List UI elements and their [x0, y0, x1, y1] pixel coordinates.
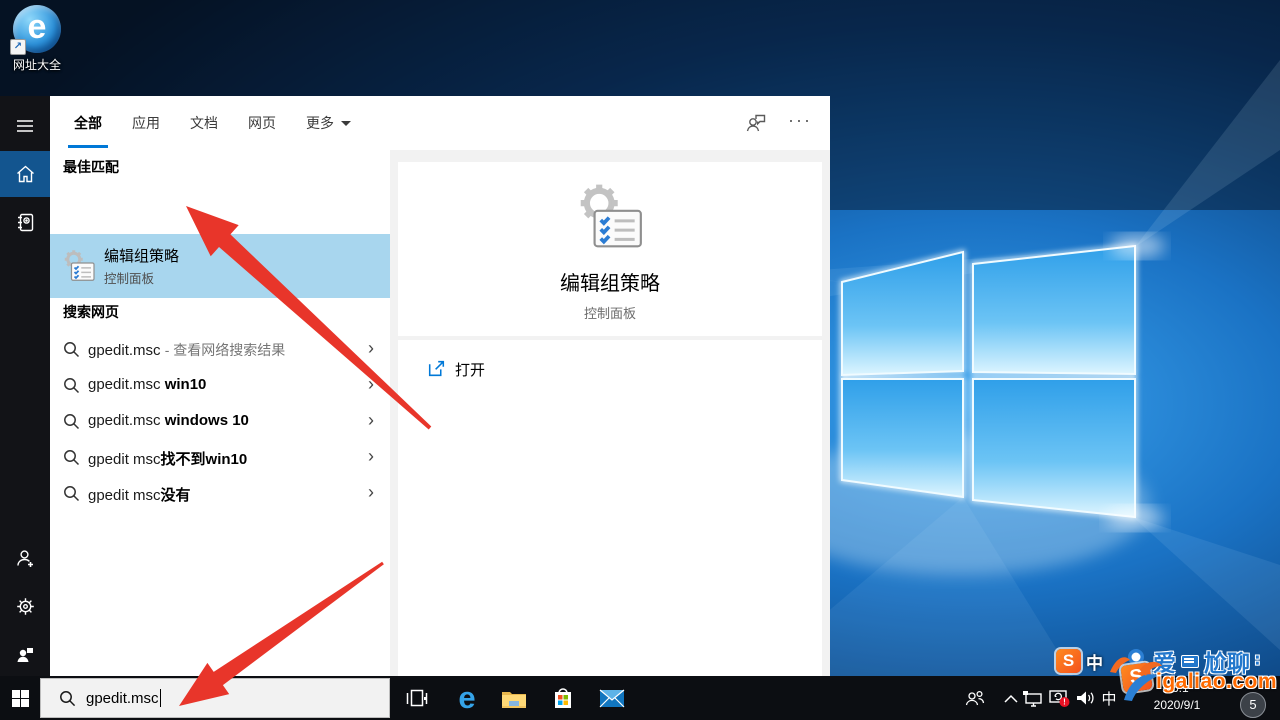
- header-feedback-button[interactable]: [743, 110, 769, 136]
- chevron-right-icon: ›: [368, 446, 374, 467]
- filter-tabs: 全部 应用 文档 网页 更多: [72, 96, 353, 150]
- chevron-right-icon: ›: [368, 410, 374, 431]
- search-input-value: gpedit.msc: [86, 690, 159, 707]
- folder-icon: [501, 688, 527, 709]
- preview-column: 编辑组策略 控制面板 打开: [390, 150, 830, 676]
- best-match-item[interactable]: 编辑组策略 控制面板: [50, 234, 390, 298]
- mail-icon: [599, 688, 625, 708]
- chevron-right-icon: ›: [368, 338, 374, 359]
- chevron-right-icon: ›: [368, 482, 374, 503]
- tab-more[interactable]: 更多: [304, 96, 353, 150]
- hamburger-menu-button[interactable]: [0, 103, 50, 149]
- results-column: 最佳匹配 编辑组策略 控制面板: [50, 150, 390, 676]
- best-match-subtitle: 控制面板: [104, 268, 154, 287]
- desktop-shortcut-browser[interactable]: e ↗ 网址大全: [6, 5, 68, 73]
- desktop-shortcut-label: 网址大全: [6, 56, 68, 73]
- tray-people-button[interactable]: [958, 676, 992, 720]
- search-icon: [63, 413, 80, 430]
- search-flyout-rail: [0, 96, 50, 676]
- search-filter-header: 全部 应用 文档 网页 更多 ···: [50, 96, 830, 151]
- preview-card: 编辑组策略 控制面板: [398, 162, 822, 336]
- rail-home-button[interactable]: [0, 151, 50, 197]
- ime-label: 中: [1101, 688, 1116, 709]
- search-icon: [63, 449, 80, 466]
- browser-e-icon: e ↗: [13, 5, 61, 53]
- taskbar-search-input[interactable]: gpedit.msc: [40, 678, 390, 718]
- gear-icon: [16, 597, 35, 616]
- speaker-icon: [1076, 690, 1095, 706]
- open-action-label: 打开: [455, 359, 485, 380]
- chevron-right-icon: ›: [368, 374, 374, 395]
- windows-start-icon: [12, 690, 29, 707]
- web-suggestion-row[interactable]: gpedit.msc win10 ›: [50, 368, 390, 404]
- network-icon: [1022, 690, 1042, 707]
- store-icon: [551, 686, 575, 710]
- file-explorer-button[interactable]: [492, 676, 536, 720]
- web-suggestion-row[interactable]: gpedit.msc windows 10 ›: [50, 404, 390, 440]
- search-icon: [63, 341, 80, 358]
- chevron-down-icon: [341, 121, 351, 126]
- notification-count-badge: 5: [1240, 692, 1266, 718]
- tab-apps[interactable]: 应用: [130, 96, 162, 150]
- screen: e ↗ 网址大全: [0, 0, 1280, 720]
- search-icon: [59, 690, 76, 707]
- text-cursor: [160, 689, 161, 707]
- rail-feedback-button[interactable]: [0, 631, 50, 677]
- windows-logo: [842, 246, 1135, 517]
- svg-text:!: !: [1063, 697, 1066, 706]
- preview-title: 编辑组策略: [398, 267, 822, 296]
- group-policy-icon-large: [573, 180, 647, 254]
- task-view-icon: [406, 689, 428, 707]
- web-suggestion-row[interactable]: gpedit msc找不到win10 ›: [50, 440, 390, 476]
- journal-icon: [16, 213, 34, 232]
- web-suggestion-row[interactable]: gpedit.msc - 查看网络搜索结果 ›: [50, 332, 390, 368]
- search-flyout-panel: 全部 应用 文档 网页 更多 ··· 最佳匹配: [50, 96, 830, 676]
- taskbar-clock[interactable]: 16:1 2020/9/1: [1138, 680, 1216, 714]
- clock-date: 2020/9/1: [1138, 697, 1216, 714]
- web-suggestion-row[interactable]: gpedit msc没有 ›: [50, 476, 390, 512]
- account-add-icon: [16, 549, 35, 568]
- group-policy-icon: [61, 248, 97, 284]
- web-search-header: 搜索网页: [63, 302, 119, 322]
- tray-ime-indicator[interactable]: 中: [1096, 676, 1122, 720]
- rail-account-button[interactable]: [0, 535, 50, 581]
- rail-settings-button[interactable]: [0, 583, 50, 629]
- task-view-button[interactable]: [395, 676, 439, 720]
- preview-actions-card: 打开: [398, 340, 822, 676]
- search-icon: [63, 377, 80, 394]
- home-icon: [16, 165, 35, 183]
- clock-time: 16:1: [1138, 680, 1216, 697]
- rail-journal-button[interactable]: [0, 199, 50, 245]
- hamburger-icon: [16, 119, 34, 133]
- open-external-icon: [428, 360, 445, 377]
- best-match-title: 编辑组策略: [104, 245, 179, 266]
- edge-icon: e: [458, 683, 475, 713]
- tab-all[interactable]: 全部: [72, 96, 104, 150]
- header-ellipsis-button[interactable]: ···: [782, 104, 818, 140]
- update-icon: !: [1049, 689, 1071, 708]
- open-action[interactable]: 打开: [398, 350, 822, 388]
- tab-documents[interactable]: 文档: [188, 96, 220, 150]
- feedback-person-icon: [16, 645, 35, 663]
- microsoft-store-button[interactable]: [541, 676, 585, 720]
- search-icon: [63, 485, 80, 502]
- mail-button[interactable]: [590, 676, 634, 720]
- edge-browser-button[interactable]: e: [445, 676, 489, 720]
- best-match-header: 最佳匹配: [63, 157, 119, 177]
- tab-web[interactable]: 网页: [246, 96, 278, 150]
- shortcut-arrow-icon: ↗: [10, 39, 26, 55]
- taskbar: gpedit.msc e: [0, 676, 1280, 720]
- people-icon: [965, 690, 985, 706]
- preview-subtitle: 控制面板: [398, 303, 822, 322]
- start-button[interactable]: [0, 676, 40, 720]
